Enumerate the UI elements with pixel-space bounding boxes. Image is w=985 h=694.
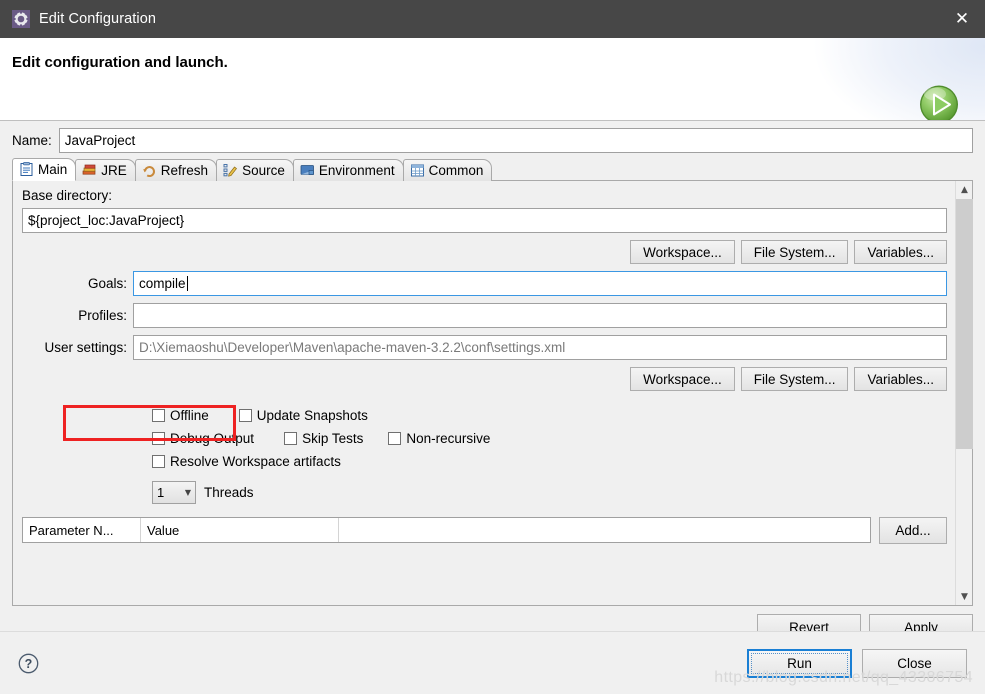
checkbox-row-1: Offline Update Snapshots (152, 404, 947, 427)
profiles-label: Profiles: (78, 308, 127, 323)
main-tab-form: Base directory: ${project_loc:JavaProjec… (13, 181, 957, 605)
tab-folder: Main JRE Refresh Source Environment Comm… (12, 158, 973, 606)
scrollbar-up-arrow-icon[interactable]: ▲ (956, 181, 973, 198)
file-system-button-bottom[interactable]: File System... (740, 367, 849, 391)
checkbox-resolve-workspace-artifacts[interactable]: Resolve Workspace artifacts (152, 454, 341, 469)
name-input[interactable]: JavaProject (58, 128, 973, 153)
clipboard-icon (19, 162, 34, 177)
title-bar: Edit Configuration ✕ (0, 0, 985, 38)
parameter-table-header-name[interactable]: Parameter N... (23, 518, 141, 542)
checkbox-non-recursive-box[interactable] (388, 432, 402, 445)
tab-refresh[interactable]: Refresh (134, 159, 218, 181)
checkbox-update-snapshots[interactable]: Update Snapshots (238, 408, 368, 423)
tab-environment-label: Environment (318, 163, 395, 178)
scrollbar-thumb[interactable] (956, 199, 973, 449)
tab-jre[interactable]: JRE (75, 159, 136, 181)
name-row: Name: JavaProject (12, 128, 973, 153)
monitor-icon (300, 163, 315, 178)
table-icon (410, 163, 425, 178)
tab-common-label: Common (428, 163, 484, 178)
books-icon (82, 163, 97, 178)
checkbox-offline-label: Offline (170, 408, 209, 423)
workspace-button-bottom[interactable]: Workspace... (630, 367, 735, 391)
goals-input-value: compile (139, 276, 186, 291)
profiles-row: Profiles: (22, 303, 947, 328)
checkbox-resolve-workspace-artifacts-label: Resolve Workspace artifacts (170, 454, 341, 469)
base-directory-browse-buttons: Workspace... File System... Variables... (22, 240, 947, 264)
scrollbar-down-arrow-icon[interactable]: ▼ (956, 588, 973, 605)
banner-title: Edit configuration and launch. (12, 54, 228, 71)
tab-main-label: Main (38, 162, 68, 177)
tab-strip: Main JRE Refresh Source Environment Comm… (12, 158, 973, 181)
tab-source[interactable]: Source (216, 159, 294, 181)
base-directory-input[interactable]: ${project_loc:JavaProject} (22, 208, 947, 233)
edit-configuration-dialog: Edit Configuration ✕ Edit configuration … (0, 0, 985, 694)
svg-text:?: ? (25, 657, 33, 671)
tab-environment[interactable]: Environment (292, 159, 404, 181)
tab-source-label: Source (242, 163, 285, 178)
tab-content-main: Base directory: ${project_loc:JavaProjec… (12, 180, 973, 606)
text-caret (186, 276, 188, 291)
threads-label: Threads (204, 484, 254, 500)
goals-input[interactable]: compile (133, 271, 947, 296)
user-settings-browse-buttons: Workspace... File System... Variables... (22, 367, 947, 391)
checkbox-row-3: Resolve Workspace artifacts (152, 450, 947, 473)
base-directory-label: Base directory: (22, 188, 113, 203)
file-system-button-top[interactable]: File System... (740, 240, 849, 264)
parameter-table-header-value[interactable]: Value (141, 518, 339, 542)
watermark-text: https://blog.csdn.net/qq_43386754 (714, 669, 973, 686)
tab-strip-filler (491, 159, 973, 181)
parameter-table-header-filler (339, 518, 870, 542)
run-play-icon (915, 82, 963, 120)
threads-value: 1 (157, 484, 165, 500)
checkbox-resolve-workspace-artifacts-box[interactable] (152, 455, 165, 468)
add-parameter-button[interactable]: Add... (879, 517, 947, 544)
checkbox-skip-tests[interactable]: Skip Tests (284, 431, 363, 446)
checkbox-skip-tests-box[interactable] (284, 432, 298, 445)
options-checkbox-area: Offline Update Snapshots Debug Output Sk… (22, 404, 947, 504)
workspace-button-top[interactable]: Workspace... (630, 240, 735, 264)
checkbox-skip-tests-label: Skip Tests (302, 431, 364, 446)
window-title: Edit Configuration (39, 11, 157, 27)
close-icon[interactable]: ✕ (939, 0, 985, 38)
checkbox-debug-output[interactable]: Debug Output (152, 431, 254, 446)
threads-dropdown[interactable]: 1 ▼ (152, 480, 196, 504)
user-settings-label: User settings: (44, 340, 127, 355)
dialog-footer: ? Run Close https://blog.csdn.net/qq_433… (0, 631, 985, 694)
name-label: Name: (12, 133, 52, 148)
dialog-banner: Edit configuration and launch. (0, 38, 985, 121)
content-scrollbar[interactable]: ▲ ▼ (955, 181, 973, 605)
checkbox-non-recursive[interactable]: Non-recursive (388, 431, 490, 446)
refresh-icon (142, 163, 157, 178)
tab-common[interactable]: Common (402, 159, 493, 181)
user-settings-row: User settings: D:\Xiemaoshu\Developer\Ma… (22, 335, 947, 360)
checkbox-offline[interactable]: Offline (152, 408, 209, 423)
pencil-icon (223, 163, 238, 178)
checkbox-row-2: Debug Output Skip Tests Non-recursive (152, 427, 947, 450)
chevron-down-icon: ▼ (184, 487, 191, 497)
parameter-table-area: Parameter N... Value Add... (22, 517, 947, 544)
goals-row: Goals: compile (22, 271, 947, 296)
user-settings-input[interactable]: D:\Xiemaoshu\Developer\Maven\apache-mave… (133, 335, 947, 360)
variables-button-top[interactable]: Variables... (854, 240, 947, 264)
profiles-input[interactable] (133, 303, 947, 328)
checkbox-update-snapshots-box[interactable] (238, 409, 252, 422)
checkbox-non-recursive-label: Non-recursive (406, 431, 491, 446)
checkbox-offline-box[interactable] (152, 409, 165, 422)
threads-row: 1 ▼ Threads (152, 480, 947, 504)
variables-button-bottom[interactable]: Variables... (854, 367, 947, 391)
parameter-table[interactable]: Parameter N... Value (22, 517, 871, 543)
checkbox-debug-output-box[interactable] (152, 432, 165, 445)
tab-main[interactable]: Main (12, 158, 77, 181)
tab-refresh-label: Refresh (160, 163, 209, 178)
dialog-body: Name: JavaProject Main JRE Refresh Sourc… (0, 121, 985, 641)
checkbox-debug-output-label: Debug Output (170, 431, 255, 446)
goals-label: Goals: (87, 276, 127, 291)
tab-jre-label: JRE (101, 163, 127, 178)
checkbox-update-snapshots-label: Update Snapshots (256, 408, 368, 423)
help-question-icon[interactable]: ? (18, 653, 39, 674)
gear-icon (12, 10, 30, 28)
